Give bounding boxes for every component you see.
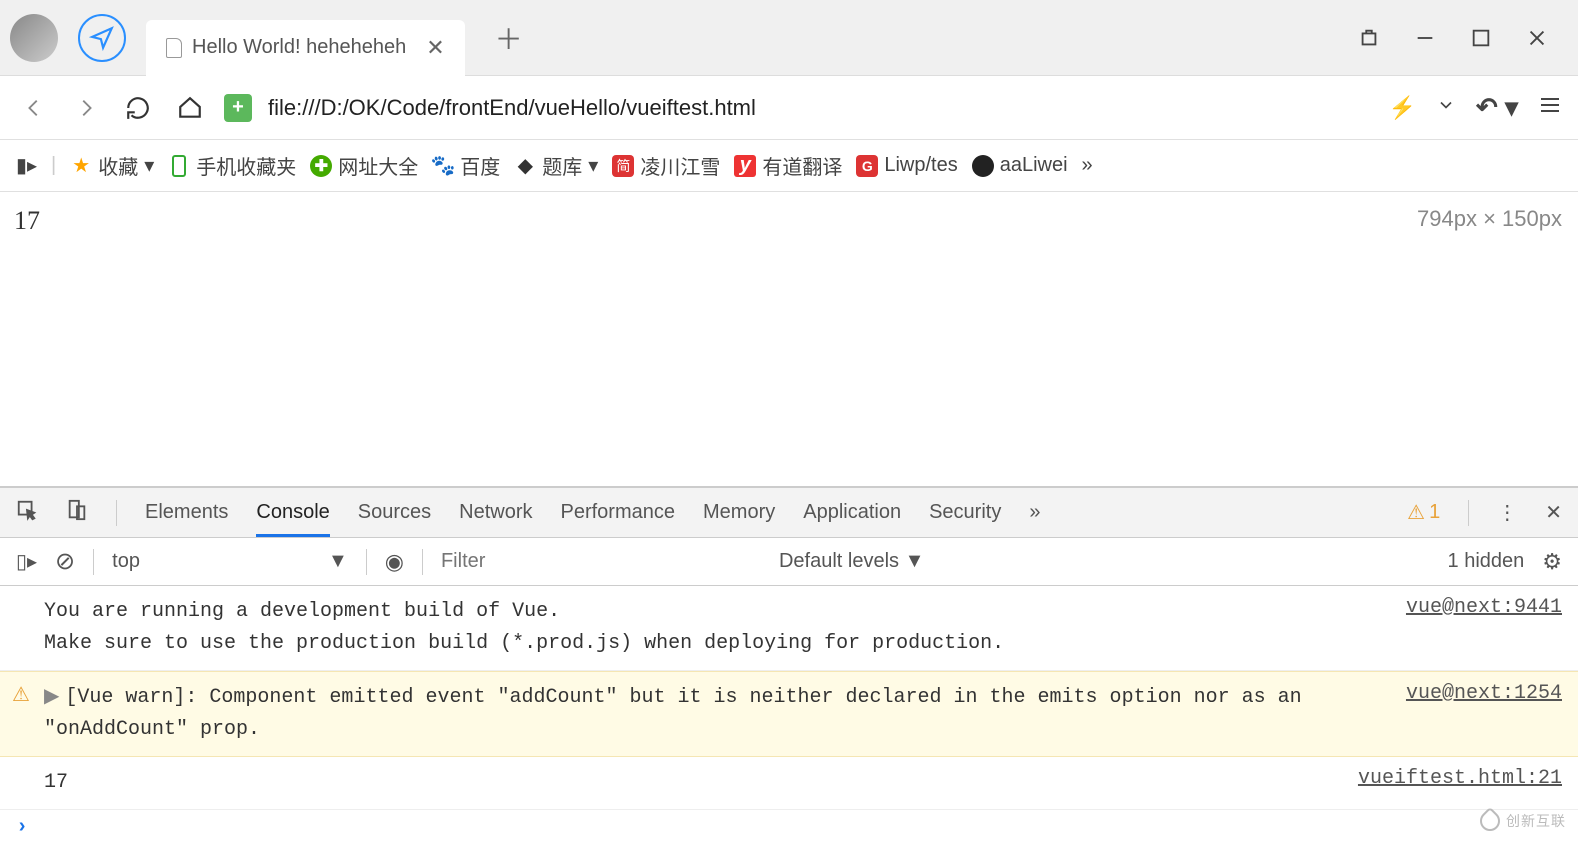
- tab-performance[interactable]: Performance: [561, 501, 676, 524]
- bookmark-sites[interactable]: ✚网址大全: [310, 151, 418, 180]
- home-button[interactable]: [172, 90, 208, 126]
- warning-count-badge[interactable]: ⚠ 1: [1407, 500, 1440, 525]
- menu-icon[interactable]: [1538, 93, 1562, 122]
- close-icon[interactable]: ✕: [426, 35, 444, 61]
- eye-icon[interactable]: ◉: [385, 549, 404, 575]
- hidden-count[interactable]: 1 hidden: [1448, 550, 1525, 573]
- page-content: 17 794px × 150px: [0, 192, 1578, 486]
- new-tab-button[interactable]: ＋: [495, 18, 523, 58]
- minimize-button[interactable]: [1414, 27, 1436, 49]
- tab-application[interactable]: Application: [803, 501, 901, 524]
- address-bar: + file:///D:/OK/Code/frontEnd/vueHello/v…: [0, 76, 1578, 140]
- bookmark-tiku[interactable]: ◆题库 ▾: [514, 151, 598, 180]
- devtools-close-icon[interactable]: ✕: [1545, 500, 1562, 525]
- clear-console-icon[interactable]: ⊘: [55, 547, 75, 576]
- bookmark-more[interactable]: »: [1082, 154, 1093, 177]
- devtools-panel: Elements Console Sources Network Perform…: [0, 486, 1578, 845]
- bookmark-liwp[interactable]: GLiwp/tes: [856, 154, 957, 177]
- element-size-overlay: 794px × 150px: [1417, 206, 1562, 232]
- kebab-icon[interactable]: ⋮: [1497, 500, 1517, 525]
- tab-network[interactable]: Network: [459, 501, 532, 524]
- bookmark-favorites[interactable]: ★收藏 ▾: [70, 151, 154, 180]
- tab-security[interactable]: Security: [929, 501, 1001, 524]
- log-levels-selector[interactable]: Default levels ▼: [779, 550, 924, 573]
- console-prompt[interactable]: ›: [0, 810, 1578, 845]
- devtools-tabs: Elements Console Sources Network Perform…: [0, 488, 1578, 538]
- page-icon: [166, 38, 182, 58]
- browser-tab-bar: Hello World! heheheheh ✕ ＋: [0, 0, 1578, 76]
- bookmark-youdao[interactable]: y有道翻译: [734, 151, 842, 180]
- profile-avatar[interactable]: [10, 14, 58, 62]
- tab-more[interactable]: »: [1029, 501, 1040, 524]
- inspect-icon[interactable]: [16, 499, 38, 527]
- extensions-icon[interactable]: [1358, 27, 1380, 49]
- tab-console[interactable]: Console: [256, 501, 329, 537]
- filter-input[interactable]: [441, 550, 761, 573]
- bookmark-baidu[interactable]: 🐾百度: [432, 151, 500, 180]
- log-source-link[interactable]: vueiftest.html:21: [1358, 767, 1562, 799]
- devtools-toggle-icon[interactable]: ▮▸: [16, 153, 37, 178]
- tab-memory[interactable]: Memory: [703, 501, 775, 524]
- gear-icon[interactable]: ⚙: [1542, 549, 1562, 575]
- console-log-warn: ▶[Vue warn]: Component emitted event "ad…: [0, 671, 1578, 757]
- chevron-down-icon[interactable]: [1436, 95, 1456, 120]
- close-button[interactable]: [1526, 27, 1548, 49]
- tab-title: Hello World! heheheheh: [192, 36, 406, 59]
- expand-icon[interactable]: ▶: [44, 686, 59, 709]
- tab-elements[interactable]: Elements: [145, 501, 228, 524]
- window-controls: [1358, 27, 1568, 49]
- console-output: You are running a development build of V…: [0, 586, 1578, 845]
- maximize-button[interactable]: [1470, 27, 1492, 49]
- device-icon[interactable]: [66, 499, 88, 527]
- tab-sources[interactable]: Sources: [358, 501, 431, 524]
- navigation-icon[interactable]: [78, 14, 126, 62]
- log-source-link[interactable]: vue@next:1254: [1406, 682, 1562, 746]
- console-log-entry: 17 vueiftest.html:21: [0, 757, 1578, 810]
- console-sidebar-toggle-icon[interactable]: ▯▸: [16, 549, 37, 574]
- forward-button[interactable]: [68, 90, 104, 126]
- url-text[interactable]: file:///D:/OK/Code/frontEnd/vueHello/vue…: [268, 95, 1373, 121]
- bookmarks-bar: ▮▸ | ★收藏 ▾ 手机收藏夹 ✚网址大全 🐾百度 ◆题库 ▾ 简凌川江雪 y…: [0, 140, 1578, 192]
- log-source-link[interactable]: vue@next:9441: [1406, 596, 1562, 660]
- bookmark-aaliwei[interactable]: aaLiwei: [972, 154, 1068, 177]
- github-icon: [972, 155, 994, 177]
- security-shield-icon[interactable]: +: [224, 94, 252, 122]
- watermark: 创新互联: [1480, 811, 1566, 831]
- watermark-icon: [1476, 807, 1504, 835]
- speed-icon[interactable]: ⚡: [1389, 95, 1416, 121]
- console-log-info: You are running a development build of V…: [0, 586, 1578, 671]
- browser-tab[interactable]: Hello World! heheheheh ✕: [146, 20, 465, 76]
- bookmark-mobile[interactable]: 手机收藏夹: [168, 151, 296, 180]
- bookmark-lingchuan[interactable]: 简凌川江雪: [612, 151, 720, 180]
- undo-icon[interactable]: ↶ ▾: [1476, 92, 1518, 123]
- console-toolbar: ▯▸ ⊘ top▼ ◉ Default levels ▼ 1 hidden ⚙: [0, 538, 1578, 586]
- reload-button[interactable]: [120, 90, 156, 126]
- context-selector[interactable]: top▼: [112, 550, 348, 573]
- back-button[interactable]: [16, 90, 52, 126]
- page-counter-value: 17: [14, 206, 40, 235]
